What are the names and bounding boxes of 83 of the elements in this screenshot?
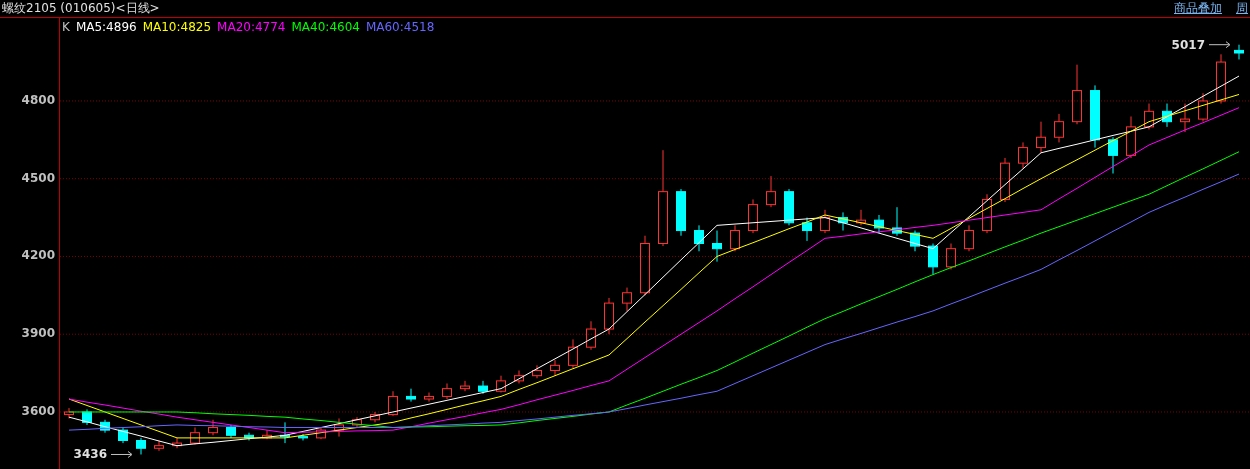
candlestick xyxy=(784,188,794,226)
candlestick xyxy=(100,419,110,434)
candlestick xyxy=(1234,44,1244,60)
candlestick xyxy=(442,382,452,400)
candlestick xyxy=(1000,157,1010,203)
candlestick xyxy=(1018,141,1028,169)
candlestick xyxy=(1144,103,1154,130)
candlestick xyxy=(136,437,146,455)
y-axis-label: 4500 xyxy=(21,170,55,185)
candlestick xyxy=(154,440,164,452)
candlestick xyxy=(190,427,200,445)
candlestick xyxy=(874,214,884,234)
candlestick xyxy=(514,370,524,384)
toolbar-link[interactable]: 周 xyxy=(1236,0,1248,17)
candlestick xyxy=(838,211,848,232)
candlestick xyxy=(586,320,596,351)
candlestick xyxy=(730,224,740,252)
y-axis-label: 4200 xyxy=(21,248,55,263)
candlestick xyxy=(316,427,326,440)
candlestick xyxy=(928,243,938,276)
candlestick xyxy=(172,437,182,449)
candlestick xyxy=(748,198,758,234)
legend-label: MA60:4518 xyxy=(365,20,435,34)
candlestick xyxy=(64,407,74,419)
candlestick xyxy=(460,380,470,392)
candlestick xyxy=(802,217,812,242)
candlestick xyxy=(964,224,974,252)
toolbar-link[interactable]: 商品叠加 xyxy=(1174,0,1222,17)
candlestick xyxy=(352,416,362,429)
candlestick xyxy=(208,419,218,436)
price-label: 3436 xyxy=(73,447,107,462)
candlestick xyxy=(712,230,722,263)
candlestick xyxy=(1216,53,1226,105)
legend-label: MA40:4604 xyxy=(291,20,360,34)
candlestick xyxy=(676,188,686,237)
candlestick xyxy=(856,209,866,226)
legend-label: MA20:4774 xyxy=(217,20,286,34)
y-axis-label: 3600 xyxy=(21,403,55,418)
candlestick xyxy=(1162,103,1172,128)
arrow-icon xyxy=(1208,41,1231,49)
candlestick xyxy=(496,375,506,394)
candlestick xyxy=(1180,103,1190,133)
candlestick xyxy=(226,424,236,439)
candlestick xyxy=(82,408,92,426)
candlestick xyxy=(1198,92,1208,123)
y-axis-label: 4800 xyxy=(21,92,55,107)
candlestick xyxy=(262,429,272,440)
candlestick xyxy=(766,175,776,208)
candlestick xyxy=(1108,136,1118,174)
candlestick xyxy=(118,427,128,444)
candlestick xyxy=(370,411,380,423)
candlestick xyxy=(622,287,632,312)
candlestick xyxy=(244,432,254,441)
candlestick xyxy=(604,297,614,335)
candlestick xyxy=(910,230,920,252)
candlestick xyxy=(568,338,578,369)
legend-label: MA10:4825 xyxy=(142,20,212,34)
candlestick xyxy=(406,388,416,403)
candlestick xyxy=(1090,84,1100,149)
candlestick xyxy=(424,392,434,403)
candlestick xyxy=(550,359,560,377)
candlestick xyxy=(1036,121,1046,154)
candlestick xyxy=(280,421,290,444)
candlestick xyxy=(298,433,308,441)
candlestick xyxy=(694,224,704,252)
candlestick xyxy=(820,209,830,234)
arrow-icon xyxy=(110,451,133,458)
candlestick xyxy=(946,243,956,270)
candlestick xyxy=(1054,113,1064,143)
price-label: 5017 xyxy=(1171,37,1205,52)
legend-label: MA5:4896 xyxy=(75,20,137,34)
candlestick xyxy=(478,380,488,395)
chart-title: 螺纹2105 (010605)<日线> xyxy=(2,0,160,17)
candlestick xyxy=(640,235,650,296)
candlestick xyxy=(892,206,902,237)
y-axis-label: 3900 xyxy=(21,326,55,341)
legend-label: K xyxy=(62,20,70,34)
candlestick xyxy=(1072,64,1082,125)
candlestick xyxy=(532,364,542,379)
candlestick xyxy=(982,193,992,234)
candlestick xyxy=(334,417,344,438)
candlestick xyxy=(1126,116,1136,159)
candlestick xyxy=(388,390,398,417)
